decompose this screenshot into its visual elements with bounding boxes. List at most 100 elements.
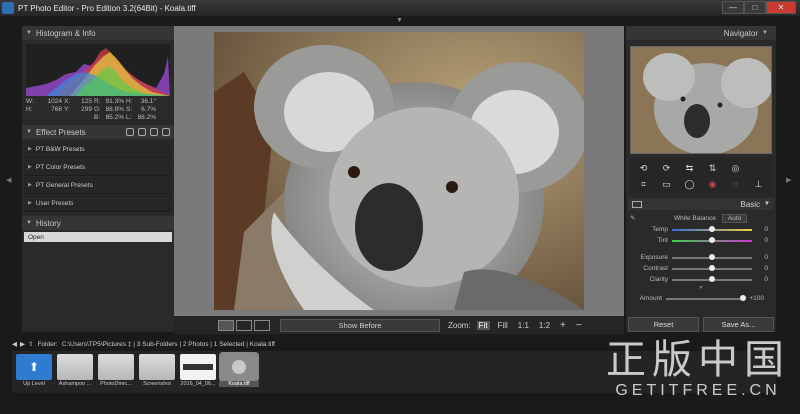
folder-path[interactable]: C:\Users\TP5\Pictures ‡ | 3 Sub-Folders … (62, 341, 275, 348)
eyedropper-icon[interactable]: ✎ (630, 214, 642, 222)
refresh-icon[interactable] (138, 128, 146, 136)
preset-item-user[interactable]: ▶ User Presets (24, 195, 172, 212)
folder-icon (57, 354, 93, 380)
history-item-open[interactable]: Open (24, 232, 172, 242)
minimize-button[interactable]: — (722, 1, 744, 14)
collapse-top-arrow-icon[interactable]: ▼ (396, 17, 403, 24)
watermark-chinese: 正版中国 (606, 337, 790, 383)
close-button[interactable]: ✕ (766, 1, 796, 14)
white-balance-label: White Balance (674, 214, 716, 222)
preset-item-general[interactable]: ▶ PT General Presets (24, 177, 172, 194)
show-before-button[interactable]: Show Before (280, 318, 440, 332)
preset-item-color[interactable]: ▶ PT Color Presets (24, 159, 172, 176)
info-w-label: W: (26, 98, 34, 105)
navigator-koala-image (631, 47, 771, 153)
back-icon[interactable]: ◀ (12, 340, 17, 348)
maximize-button[interactable]: □ (744, 1, 766, 14)
info-s-value: 6.7% (141, 106, 156, 113)
crop-icon[interactable]: ⌗ (632, 178, 655, 190)
info-x-value: 125 (81, 98, 92, 105)
clarity-knob[interactable] (709, 275, 715, 282)
straighten-icon[interactable]: ▭ (655, 178, 678, 190)
exposure-slider[interactable]: Exposure 0 (630, 252, 772, 263)
history-header[interactable]: ▼ History (22, 216, 174, 230)
filmstrip-item-up-level[interactable]: ⬆ Up Level (16, 354, 52, 387)
rotate-left-icon[interactable]: ⟲ (632, 162, 655, 174)
filmstrip-item-folder[interactable]: PhotoDirec... (98, 354, 134, 387)
reset-button[interactable]: Reset (628, 317, 699, 332)
expand-triangle-icon: ▶ (28, 182, 32, 188)
zoom-out-button[interactable]: − (574, 320, 584, 331)
spot-removal-icon[interactable]: ◌ (724, 178, 747, 190)
preset-tools (126, 128, 170, 136)
tint-knob[interactable] (709, 236, 715, 243)
histogram-header[interactable]: ▼ Histogram & Info (22, 26, 174, 40)
stamp-icon[interactable]: ⊥ (747, 178, 770, 190)
vignette-icon[interactable]: ◯ (678, 178, 701, 190)
filmstrip-item-koala[interactable]: Koala.tiff (219, 352, 259, 387)
red-eye-icon[interactable]: ◉ (701, 178, 724, 190)
navigator-preview[interactable] (630, 46, 772, 154)
preset-list: ▶ PT B&W Presets ▶ PT Color Presets ▶ PT Ge… (22, 141, 174, 212)
import-icon[interactable] (126, 128, 134, 136)
save-as-button[interactable]: Save As... (703, 317, 774, 332)
collapse-right-arrow-icon[interactable]: ▶ (786, 176, 791, 184)
filmstrip-item-folder[interactable]: Screenshot (139, 354, 175, 387)
basic-header[interactable]: Basic ▼ (628, 198, 774, 210)
title-bar: PT Photo Editor - Pro Edition 3.2(64Bit)… (0, 0, 800, 16)
zoom-fill-button[interactable]: Fill (496, 321, 510, 330)
collapse-triangle-icon: ▼ (26, 129, 32, 135)
zoom-fit-button[interactable]: Fit (476, 320, 490, 330)
zoom-in-button[interactable]: + (558, 320, 568, 331)
exposure-knob[interactable] (709, 253, 715, 260)
temp-knob[interactable] (709, 225, 715, 232)
up-folder-icon[interactable]: ⇧ (28, 340, 33, 348)
auto-wb-button[interactable]: Auto (721, 213, 748, 223)
info-r-label: R: (94, 98, 101, 105)
contrast-slider[interactable]: Contrast 0 (630, 263, 772, 274)
rotate-right-icon[interactable]: ⟳ (655, 162, 678, 174)
info-s-label: S: (126, 106, 133, 113)
forward-icon[interactable]: ▶ (20, 340, 25, 348)
navigator-header[interactable]: Navigator ▼ (626, 26, 776, 40)
contrast-knob[interactable] (709, 264, 715, 271)
zoom-1-1-button[interactable]: 1:1 (516, 321, 531, 330)
info-g-value: 88.8% (105, 106, 124, 113)
temp-slider[interactable]: Temp 0 (630, 224, 772, 235)
amount-knob[interactable] (740, 294, 746, 301)
flip-horizontal-icon[interactable]: ⇆ (678, 162, 701, 174)
single-view-button[interactable] (218, 319, 234, 331)
histogram (26, 44, 170, 96)
zoom-1-2-button[interactable]: 1:2 (537, 321, 552, 330)
lens-icon[interactable]: ◎ (724, 162, 747, 174)
info-y-label: Y: (64, 106, 70, 113)
histogram-title: Histogram & Info (35, 28, 96, 38)
action-buttons: Reset Save As... (628, 317, 774, 332)
amount-slider[interactable]: Amount +100 (630, 293, 772, 304)
preset-item-bw[interactable]: ▶ PT B&W Presets (24, 141, 172, 158)
info-x-label: X: (64, 98, 71, 105)
flip-vertical-icon[interactable]: ⇅ (701, 162, 724, 174)
filmstrip-item-folder[interactable]: Ashampoo ... (57, 354, 93, 387)
white-balance-row: ✎ White Balance Auto (630, 212, 772, 224)
toggle-icon[interactable] (632, 200, 642, 208)
up-arrow-icon: ⬆ (16, 354, 52, 380)
koala-image (214, 32, 584, 310)
collapse-left-arrow-icon[interactable]: ◀ (6, 176, 11, 184)
info-h-value: 36.1° (140, 98, 156, 105)
folder-label: Folder: (37, 340, 58, 348)
navigator-title: Navigator (723, 28, 759, 38)
watermark: 正版中国 GETITFREE.CN (606, 338, 790, 400)
split-view-button[interactable] (236, 319, 252, 331)
stacked-view-button[interactable] (254, 319, 270, 331)
koala-photo[interactable] (214, 32, 584, 310)
image-thumbnail (180, 354, 216, 380)
tint-slider[interactable]: Tint 0 (630, 235, 772, 246)
folder-icon[interactable] (150, 128, 158, 136)
clarity-slider[interactable]: Clarity 0 (630, 274, 772, 285)
add-icon[interactable] (162, 128, 170, 136)
filmstrip-item-image[interactable]: 2016_04_06... (180, 354, 216, 387)
effect-presets-header[interactable]: ▼ Effect Presets (22, 125, 174, 139)
expand-more-icon[interactable]: ▼ (626, 285, 776, 291)
image-canvas[interactable] (174, 26, 624, 316)
